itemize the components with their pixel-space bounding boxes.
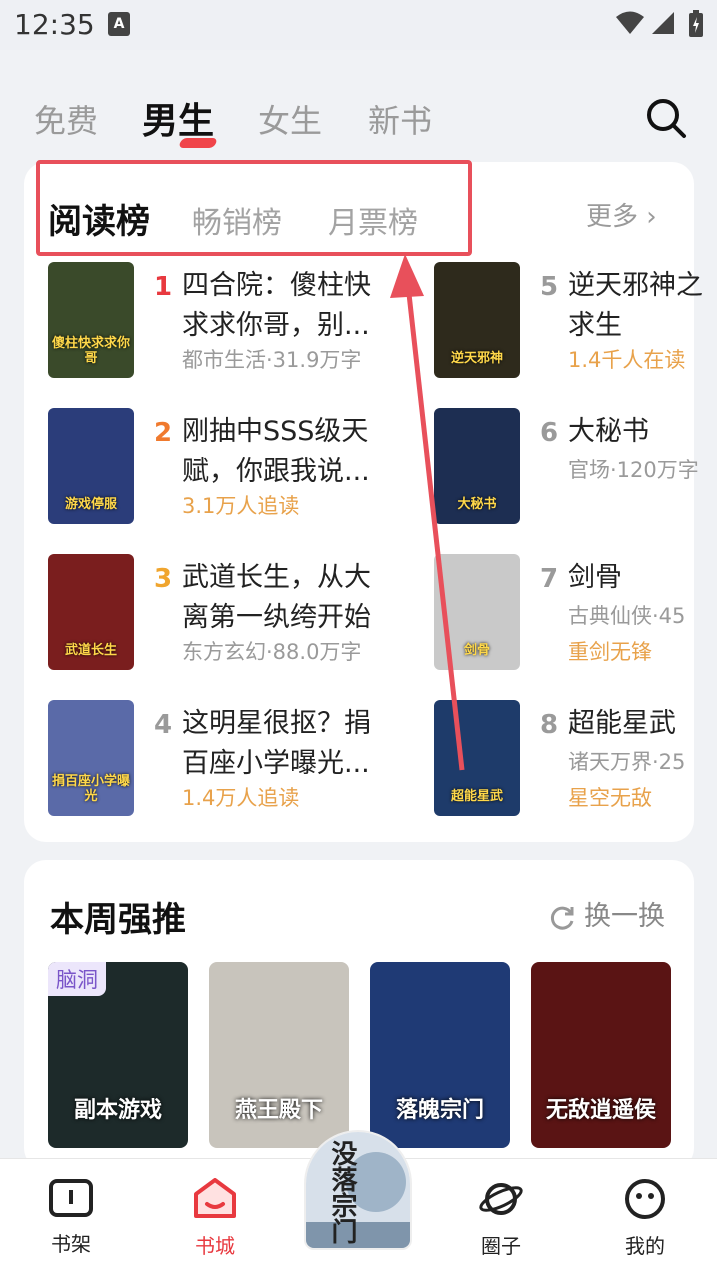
book-cover[interactable]: 武道长生 — [48, 554, 134, 670]
cover-title: 副本游戏 — [73, 1098, 162, 1123]
rank-number: 3 — [154, 564, 173, 594]
weekly-book-cover[interactable]: 燕王殿下 — [209, 962, 349, 1148]
tab-female[interactable]: 女生 — [258, 96, 322, 142]
more-label: 更多 — [586, 202, 639, 232]
book-meta: 东方玄幻·88.0万字 — [182, 640, 362, 664]
nav-label: 我的 — [625, 1234, 665, 1258]
top-tabs: 免费 男生 女生 新书 — [0, 92, 717, 152]
cover-title: 逆天邪神 — [450, 351, 503, 366]
weekly-book-cover[interactable]: 副本游戏 脑洞 — [48, 962, 188, 1148]
book-title-line2: 求求你哥，别... — [182, 310, 370, 341]
cover-title: 傻柱快求求你哥 — [52, 336, 131, 366]
book-meta: 诸天万界·25 — [568, 750, 686, 774]
tab-male-label: 男生 — [142, 101, 215, 142]
book-title-line1: 刚抽中SSS级天 — [182, 416, 369, 447]
refresh-icon — [550, 906, 574, 930]
featured-cover-title: 没落宗门 — [327, 1140, 357, 1244]
search-icon[interactable] — [644, 96, 688, 140]
book-title-line2: 百座小学曝光... — [182, 748, 370, 779]
weekly-book-cover[interactable]: 落魄宗门 — [370, 962, 510, 1148]
cover-title: 武道长生 — [64, 643, 117, 658]
weekly-book-cover[interactable]: 无敌逍遥侯 — [531, 962, 671, 1148]
refresh-button[interactable]: 换一换 — [548, 894, 665, 933]
cover-title: 剑骨 — [463, 643, 490, 658]
book-cover[interactable]: 游戏停服 — [48, 408, 134, 524]
cover-title: 无敌逍遥侯 — [545, 1098, 656, 1123]
refresh-label: 换一换 — [584, 901, 665, 932]
cover-title: 超能星武 — [450, 789, 503, 804]
nav-bookshelf[interactable]: 书架 — [26, 1178, 116, 1257]
rank-number: 2 — [154, 418, 173, 448]
nav-label: 书架 — [51, 1232, 91, 1256]
book-meta: 1.4万人追读 — [182, 786, 300, 810]
cover-title: 落魄宗门 — [395, 1098, 484, 1123]
cover-title: 捐百座小学曝光 — [52, 774, 131, 804]
cover-title: 大秘书 — [457, 497, 497, 512]
book-cover[interactable]: 傻柱快求求你哥 — [48, 262, 134, 378]
book-title-line1: 逆天邪神之 — [568, 270, 703, 301]
book-cover[interactable]: 大秘书 — [434, 408, 520, 524]
book-tag: 重剑无锋 — [568, 640, 652, 664]
book-meta: 古典仙侠·45 — [568, 604, 686, 628]
book-cover[interactable]: 逆天邪神 — [434, 262, 520, 378]
book-meta: 都市生活·31.9万字 — [182, 348, 362, 372]
chevron-right-icon: › — [646, 202, 657, 232]
rank-number: 5 — [540, 272, 559, 302]
signal-icon — [652, 12, 674, 34]
nav-me[interactable]: 我的 — [600, 1178, 690, 1259]
book-title-line2: 求生 — [568, 310, 622, 341]
highlight-box — [36, 160, 472, 256]
book-cover[interactable]: 剑骨 — [434, 554, 520, 670]
nav-label: 圈子 — [481, 1234, 521, 1258]
cover-title: 燕王殿下 — [234, 1098, 323, 1123]
book-meta: 1.4千人在读 — [568, 348, 686, 372]
rank-number: 7 — [540, 564, 559, 594]
book-cover[interactable]: 捐百座小学曝光 — [48, 700, 134, 816]
book-meta: 官场·120万字 — [568, 458, 699, 482]
wifi-icon — [616, 11, 644, 34]
rank-number: 4 — [154, 710, 173, 740]
tab-male[interactable]: 男生 — [142, 92, 218, 148]
tab-free[interactable]: 免费 — [34, 96, 98, 142]
nav-circle[interactable]: 圈子 — [456, 1178, 546, 1259]
smiley-icon — [625, 1179, 665, 1219]
genre-tag: 脑洞 — [48, 962, 106, 996]
rank-number: 8 — [540, 710, 559, 740]
book-title-line2: 离第一纨绔开始 — [182, 602, 371, 633]
bookstore-icon — [194, 1178, 236, 1218]
planet-icon — [479, 1183, 523, 1215]
book-title-line1: 武道长生，从大 — [182, 562, 371, 593]
book-title-line2: 赋，你跟我说... — [182, 456, 370, 487]
book-title-line1: 剑骨 — [568, 562, 622, 593]
book-title-line1: 这明星很抠？捐 — [182, 708, 371, 739]
rank-number: 1 — [154, 272, 173, 302]
book-title-line1: 四合院：傻柱快 — [182, 270, 371, 301]
bookshelf-icon — [49, 1179, 93, 1217]
book-title-line1: 大秘书 — [568, 416, 649, 447]
book-tag: 星空无敌 — [568, 786, 652, 810]
tab-new[interactable]: 新书 — [368, 96, 432, 142]
status-bar: 12:35 A — [0, 0, 717, 50]
book-title-line1: 超能星武 — [568, 708, 676, 739]
book-meta: 3.1万人追读 — [182, 494, 300, 518]
more-link[interactable]: 更多 › — [586, 196, 657, 233]
section-title: 本周强推 — [50, 900, 186, 940]
book-cover[interactable]: 超能星武 — [434, 700, 520, 816]
rank-number: 6 — [540, 418, 559, 448]
battery-icon — [689, 10, 703, 37]
cover-title: 游戏停服 — [64, 497, 117, 512]
featured-book-cover[interactable]: 没落宗门 — [304, 1130, 412, 1250]
status-time: 12:35 — [14, 8, 95, 41]
notification-icon: A — [108, 12, 130, 36]
nav-bookstore[interactable]: 书城 — [170, 1178, 260, 1259]
nav-label: 书城 — [195, 1234, 235, 1258]
